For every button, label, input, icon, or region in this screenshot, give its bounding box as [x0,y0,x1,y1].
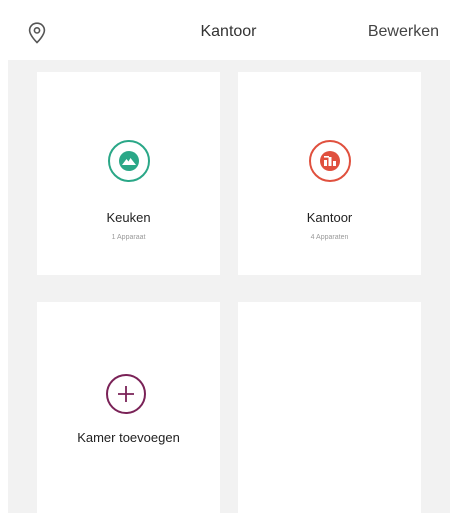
rooms-screen: Kantoor Bewerken Keuken 1 Apparaat Kanto… [0,0,457,513]
room-name: Kantoor [306,210,353,225]
office-icon [309,140,351,182]
room-name: Keuken [106,210,151,225]
add-room-card[interactable]: Kamer toevoegen [37,302,220,513]
header: Kantoor Bewerken [0,0,457,64]
plus-icon [106,374,146,414]
location-button[interactable] [22,18,52,48]
mountain-icon [108,140,150,182]
rooms-grid: Keuken 1 Apparaat Kantoor 4 Apparaten Ka… [8,60,450,513]
device-count: 4 Apparaten [310,234,349,241]
room-card-kantoor[interactable]: Kantoor 4 Apparaten [238,72,421,275]
edit-button[interactable]: Bewerken [368,23,439,41]
device-count: 1 Apparaat [111,234,146,241]
add-room-label: Kamer toevoegen [77,430,180,445]
room-card-keuken[interactable]: Keuken 1 Apparaat [37,72,220,275]
empty-card [238,302,421,513]
location-pin-icon [28,22,46,44]
